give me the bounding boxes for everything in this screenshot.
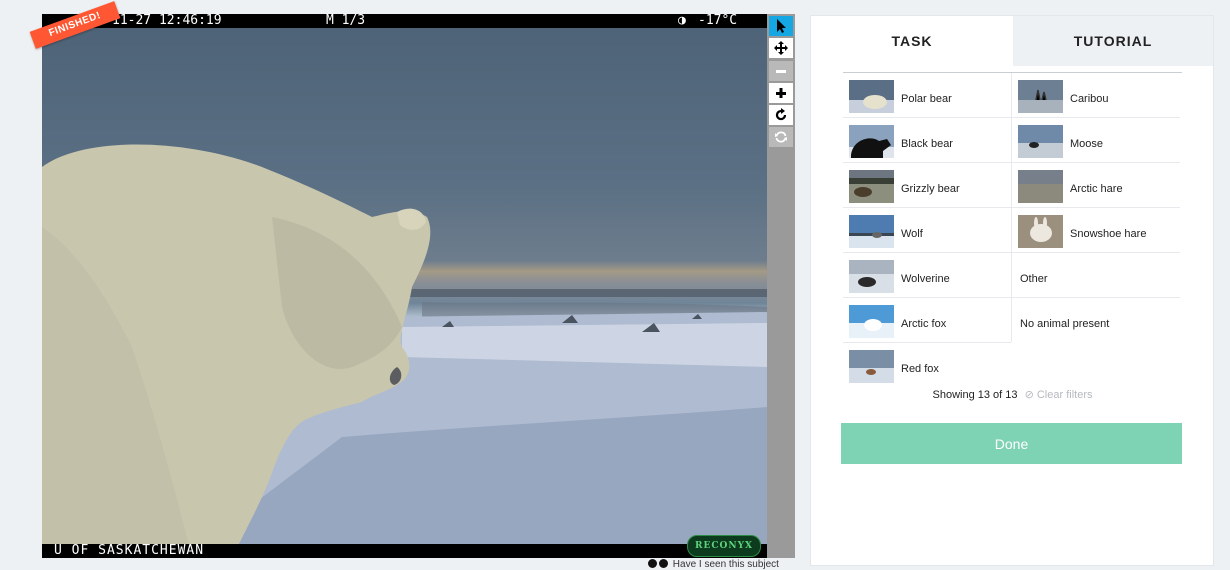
choice-black-bear[interactable]: Black bear [843,118,1011,163]
choice-label: Arctic hare [1070,183,1123,195]
filter-status: Showing 13 of 13 ⊘ Clear filters [843,388,1182,401]
choice-other[interactable]: Other [1012,253,1180,298]
move-icon [774,41,788,55]
subject-image-viewer[interactable]: 11-27 12:46:19 M 1/3 ◑ -17°C U OF SASKAT… [42,14,767,558]
choice-label: Grizzly bear [901,183,960,195]
choice-thumbnail [1018,80,1063,113]
arrow-pointer-icon [777,19,786,33]
choice-thumbnail [849,80,894,113]
camera-caption: U OF SASKATCHEWAN [54,543,205,558]
choice-red-fox[interactable]: Red fox [843,343,1011,387]
rotate-icon [775,108,787,121]
have-i-seen-link[interactable]: Have I seen this subject [648,559,798,570]
info-icon [659,559,668,568]
camera-info-bar: 11-27 12:46:19 M 1/3 ◑ -17°C [42,14,767,28]
choice-thumbnail [1018,215,1063,248]
choice-snowshoe-hare[interactable]: Snowshoe hare [1012,208,1180,253]
choice-thumbnail [1018,170,1063,203]
choice-thumbnail [849,125,894,158]
choice-wolf[interactable]: Wolf [843,208,1011,253]
choice-label: Polar bear [901,93,952,105]
tab-tutorial[interactable]: TUTORIAL [1013,16,1213,66]
choice-wolverine[interactable]: Wolverine [843,253,1011,298]
panel-tabs: TASK TUTORIAL [811,16,1213,66]
choice-label: Wolverine [901,273,950,285]
choice-arctic-fox[interactable]: Arctic fox [843,298,1011,343]
choice-grizzly-bear[interactable]: Grizzly bear [843,163,1011,208]
clear-filters-label: Clear filters [1036,389,1093,401]
choice-label: Snowshoe hare [1070,228,1147,240]
choice-moose[interactable]: Moose [1012,118,1180,163]
minus-icon [776,70,786,73]
choice-caribou[interactable]: Caribou [1012,73,1180,118]
clear-filters-button[interactable]: ⊘ Clear filters [1025,389,1093,401]
refresh-icon [775,131,787,143]
species-choice-grid: Polar bear Black bear Grizzly bear Wolf Wolv… [843,72,1182,383]
choice-label: Black bear [901,138,953,150]
reconyx-logo: RECONYX [687,535,761,557]
choice-thumbnail [849,305,894,338]
choice-label: Arctic fox [901,318,947,330]
done-button[interactable]: Done [841,423,1182,464]
rotate-button[interactable] [769,105,793,125]
choice-column-right: Caribou Moose Arctic hare Snowshoe hare Othe… [1011,73,1180,342]
camera-caption-bar: U OF SASKATCHEWAN [42,544,767,558]
zoom-in-button[interactable] [769,83,793,103]
choice-label: Other [1020,273,1048,285]
pan-tool-button[interactable] [769,38,793,58]
camera-temperature: -17°C [698,14,738,28]
plus-icon [776,88,786,98]
reset-button[interactable] [769,127,793,147]
choice-no-animal-present[interactable]: No animal present [1012,298,1180,342]
choice-label: Caribou [1070,93,1109,105]
showing-count: Showing 13 of 13 [932,389,1018,401]
choice-column-left: Polar bear Black bear Grizzly bear Wolf Wolv… [843,73,1011,387]
choice-thumbnail [849,215,894,248]
choice-thumbnail [849,350,894,383]
choice-label: Red fox [901,363,939,375]
camera-trap-photo[interactable] [42,27,767,558]
task-panel: TASK TUTORIAL Polar bear Black bear Grizzl… [810,15,1214,566]
ban-icon: ⊘ [1024,389,1034,401]
camera-timestamp: 11-27 12:46:19 [112,14,222,28]
camera-sequence: M 1/3 [326,14,366,28]
choice-thumbnail [849,260,894,293]
choice-thumbnail [849,170,894,203]
pointer-tool-button[interactable] [769,16,793,36]
choice-thumbnail [1018,125,1063,158]
choice-label: No animal present [1020,318,1110,330]
contrast-icon [648,559,657,568]
choice-label: Wolf [901,228,923,240]
have-i-seen-label: Have I seen this subject [672,559,779,570]
choice-arctic-hare[interactable]: Arctic hare [1012,163,1180,208]
choice-label: Moose [1070,138,1104,150]
choice-polar-bear[interactable]: Polar bear [843,73,1011,118]
zoom-out-button[interactable] [769,61,793,81]
moon-phase-icon: ◑ [678,14,686,28]
tab-task[interactable]: TASK [811,16,1013,66]
image-tools [767,14,795,558]
